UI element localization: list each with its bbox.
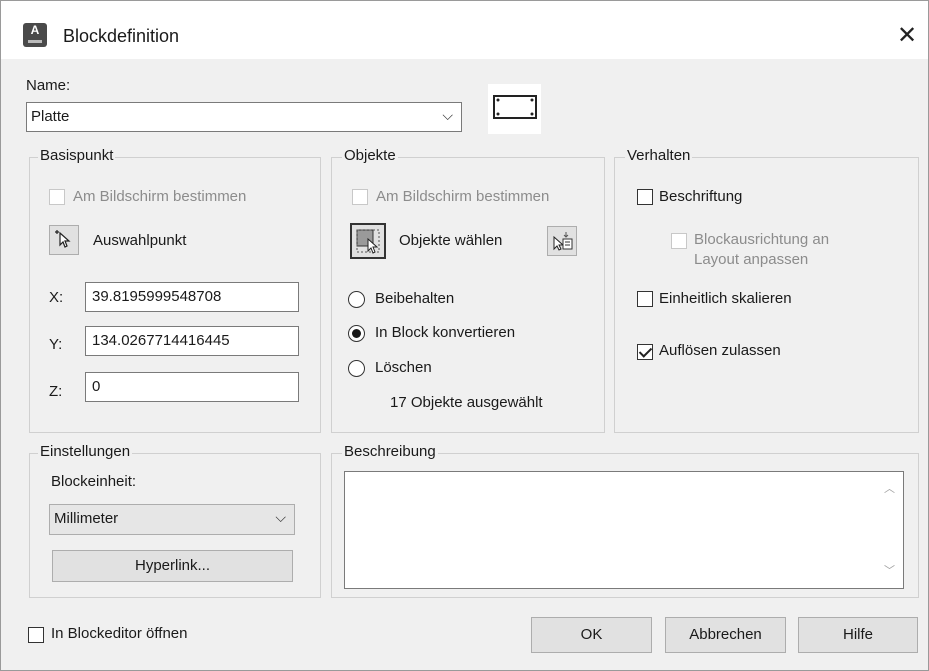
name-label: Name: <box>26 77 71 94</box>
description-textarea[interactable]: ︿ ﹀ <box>344 471 904 589</box>
close-icon[interactable]: ✕ <box>897 21 917 50</box>
radio-loeschen-label: Löschen <box>375 359 432 376</box>
z-label: Z: <box>49 383 63 400</box>
basispunkt-on-screen-checkbox[interactable] <box>49 189 65 205</box>
block-preview <box>488 84 541 134</box>
scroll-up-icon[interactable]: ︿ <box>884 480 895 496</box>
annotative-label: Beschriftung <box>659 188 743 205</box>
block-definition-dialog: A Blockdefinition ✕ Name: Platte ⌵ Basis… <box>0 0 929 671</box>
radio-in-block-konvertieren-label: In Block konvertieren <box>375 324 516 341</box>
cancel-button[interactable]: Abbrechen <box>665 617 786 653</box>
quick-select-icon <box>553 232 573 251</box>
allow-explode-label: Auflösen zulassen <box>659 342 781 359</box>
x-input[interactable]: 39.8195999548708 <box>85 282 299 312</box>
basispunkt-title: Basispunkt <box>38 147 116 164</box>
select-objects-label: Objekte wählen <box>399 232 503 249</box>
match-orientation-checkbox[interactable] <box>671 233 687 249</box>
select-objects-button[interactable] <box>350 223 386 259</box>
pick-point-label: Auswahlpunkt <box>93 232 187 249</box>
radio-beibehalten[interactable] <box>348 291 365 308</box>
scroll-down-icon[interactable]: ﹀ <box>884 562 895 578</box>
y-label: Y: <box>49 336 63 353</box>
match-orientation-label-1: Blockausrichtung an <box>694 231 830 248</box>
chevron-down-icon: ⌵ <box>442 107 453 123</box>
pick-point-icon <box>55 230 71 248</box>
basispunkt-on-screen-label: Am Bildschirm bestimmen <box>73 188 247 205</box>
radio-beibehalten-label: Beibehalten <box>375 290 455 307</box>
select-objects-icon <box>356 229 380 254</box>
objekte-title: Objekte <box>342 147 398 164</box>
einstellungen-title: Einstellungen <box>38 443 133 460</box>
help-button[interactable]: Hilfe <box>798 617 918 653</box>
dialog-title: Blockdefinition <box>63 26 180 46</box>
uniform-scale-label: Einheitlich skalieren <box>659 290 792 307</box>
allow-explode-checkbox[interactable] <box>637 344 653 360</box>
uniform-scale-checkbox[interactable] <box>637 291 653 307</box>
chevron-down-icon: ⌵ <box>275 509 286 525</box>
match-orientation-label-2: Layout anpassen <box>694 251 809 268</box>
pick-point-button[interactable] <box>49 225 79 255</box>
verhalten-title: Verhalten <box>625 147 693 164</box>
objekte-on-screen-label: Am Bildschirm bestimmen <box>376 188 550 205</box>
ok-button[interactable]: OK <box>531 617 652 653</box>
x-label: X: <box>49 289 64 306</box>
z-input[interactable]: 0 <box>85 372 299 402</box>
block-preview-icon <box>493 95 537 119</box>
y-input[interactable]: 134.0267714416445 <box>85 326 299 356</box>
radio-loeschen[interactable] <box>348 360 365 377</box>
block-unit-dropdown[interactable]: Millimeter ⌵ <box>49 504 295 535</box>
block-unit-value: Millimeter <box>54 510 119 527</box>
objects-selected-status: 17 Objekte ausgewählt <box>390 394 543 411</box>
quick-select-button[interactable] <box>547 226 577 256</box>
name-value: Platte <box>31 108 70 125</box>
open-in-editor-checkbox[interactable] <box>28 627 44 643</box>
beschreibung-title: Beschreibung <box>342 443 438 460</box>
name-combobox[interactable]: Platte ⌵ <box>26 102 462 132</box>
objekte-on-screen-checkbox[interactable] <box>352 189 368 205</box>
autocad-app-icon: A <box>23 23 47 47</box>
hyperlink-button[interactable]: Hyperlink... <box>52 550 293 582</box>
radio-in-block-konvertieren[interactable] <box>348 325 365 342</box>
open-in-editor-label: In Blockeditor öffnen <box>51 625 188 642</box>
annotative-checkbox[interactable] <box>637 189 653 205</box>
block-unit-label: Blockeinheit: <box>51 473 137 490</box>
